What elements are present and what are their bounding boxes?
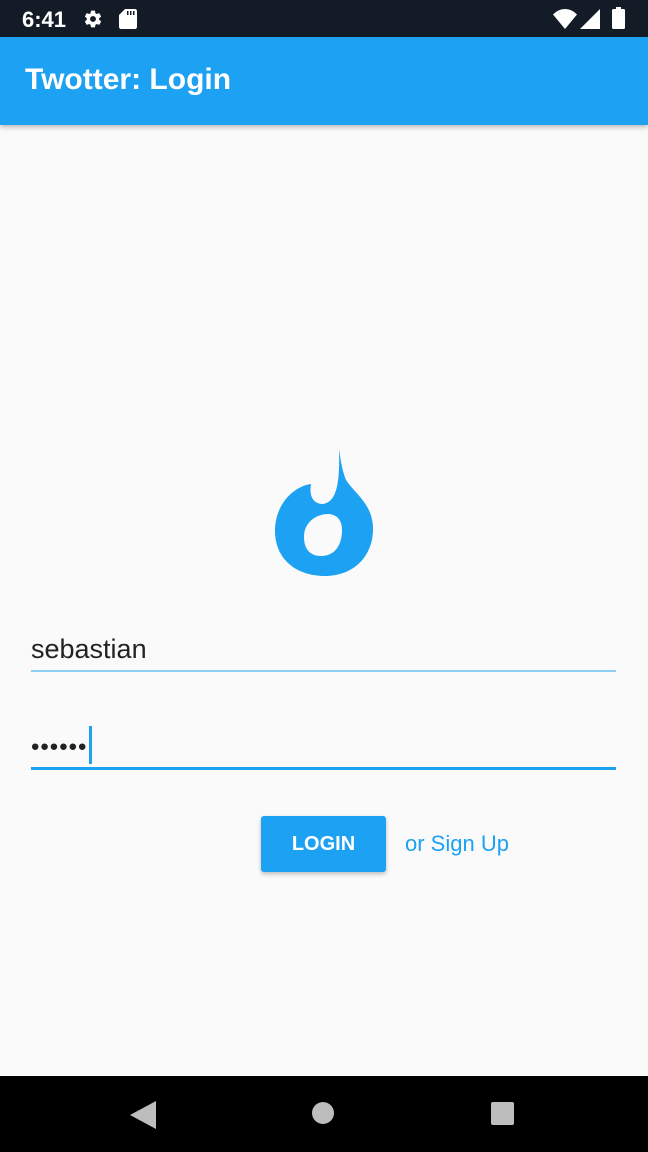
app-bar: Twotter: Login: [0, 37, 648, 125]
battery-icon: [612, 7, 625, 29]
wifi-icon: [553, 9, 577, 29]
password-value-wrapper: ••••••: [31, 726, 93, 767]
app-title: Twotter: Login: [25, 63, 232, 96]
status-bar: 6:41: [0, 0, 648, 37]
back-icon[interactable]: [130, 1101, 156, 1129]
login-button[interactable]: LOGIN: [261, 816, 386, 872]
gear-icon: [84, 10, 102, 28]
status-time: 6:41: [22, 7, 67, 32]
recents-icon[interactable]: [491, 1102, 514, 1125]
flame-icon: [275, 449, 373, 576]
signal-icon: [580, 9, 600, 29]
password-value: ••••••: [31, 733, 88, 761]
signup-link[interactable]: or Sign Up: [405, 831, 509, 857]
text-caret: [89, 726, 93, 764]
home-icon[interactable]: [312, 1102, 334, 1124]
username-field[interactable]: sebastian: [31, 628, 616, 672]
password-field[interactable]: ••••••: [31, 722, 616, 770]
sd-card-icon: [119, 9, 137, 29]
username-value: sebastian: [31, 634, 147, 664]
